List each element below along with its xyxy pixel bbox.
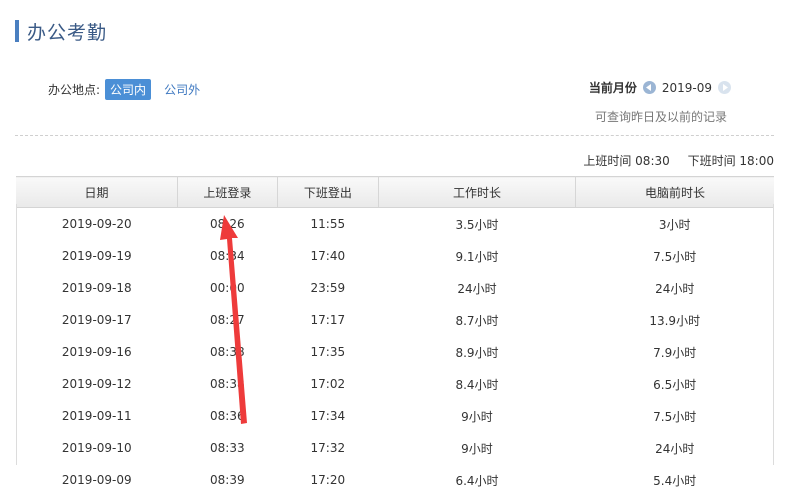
cell-work-duration: 9小时 — [461, 441, 493, 456]
cell-logout: 17:32 — [310, 441, 346, 455]
cell-pc-duration: 24小时 — [655, 441, 695, 456]
cell-date: 2019-09-11 — [61, 409, 132, 423]
cell-work-duration: 9.1小时 — [455, 249, 499, 264]
cell-logout: 23:59 — [310, 281, 346, 295]
cell-login: 08:26 — [210, 217, 245, 231]
month-value: 2019-09 — [661, 80, 712, 95]
cell-logout: 17:40 — [310, 249, 346, 263]
cell-logout: 17:20 — [310, 473, 346, 487]
work-hours-info: 上班时间 08:30 下班时间 18:00 — [583, 152, 774, 169]
query-hint: 可查询昨日及以前的记录 — [594, 110, 727, 124]
cell-logout: 17:35 — [310, 345, 346, 359]
table-row: 2019-09-17 08:27 17:17 8.7小时 13.9小时 — [16, 304, 774, 336]
cell-date: 2019-09-18 — [61, 281, 132, 295]
cell-logout: 17:17 — [310, 313, 346, 327]
cell-date: 2019-09-20 — [61, 217, 132, 231]
title-accent-bar — [15, 20, 19, 42]
cell-logout: 17:34 — [310, 409, 346, 423]
cell-login: 00:00 — [210, 281, 245, 295]
cell-pc-duration: 5.4小时 — [653, 473, 697, 488]
attendance-table-container: 日期 上班登录 下班登出 工作时长 电脑前时长 2019-09-20 08:26… — [16, 176, 774, 496]
cell-login: 08:34 — [210, 249, 245, 263]
cell-logout: 11:55 — [310, 217, 346, 231]
cell-pc-duration: 7.5小时 — [653, 249, 697, 264]
cell-pc-duration: 3小时 — [658, 217, 691, 232]
cell-work-duration: 9小时 — [461, 409, 493, 424]
cell-work-duration: 24小时 — [457, 281, 497, 296]
cell-date: 2019-09-16 — [61, 345, 132, 359]
cell-login: 08:36 — [210, 409, 245, 423]
col-header-pc-duration[interactable]: 电脑前时长 — [575, 176, 774, 208]
work-end-time: 下班时间 18:00 — [687, 154, 774, 168]
cell-work-duration: 6.4小时 — [455, 473, 499, 488]
cell-date: 2019-09-09 — [61, 473, 132, 487]
cell-login: 08:27 — [210, 313, 245, 327]
table-header-row: 日期 上班登录 下班登出 工作时长 电脑前时长 — [16, 176, 774, 208]
cell-pc-duration: 24小时 — [655, 281, 695, 296]
cell-work-duration: 3.5小时 — [455, 217, 499, 232]
location-option-inside[interactable]: 公司内 — [105, 79, 152, 100]
table-row: 2019-09-20 08:26 11:55 3.5小时 3小时 — [16, 208, 774, 241]
cell-login: 08:38 — [210, 345, 245, 359]
work-start-time: 上班时间 08:30 — [583, 154, 670, 168]
table-row: 2019-09-19 08:34 17:40 9.1小时 7.5小时 — [16, 240, 774, 272]
cell-work-duration: 8.4小时 — [455, 377, 499, 392]
table-row: 2019-09-16 08:38 17:35 8.9小时 7.9小时 — [16, 336, 774, 368]
cell-pc-duration: 13.9小时 — [649, 313, 701, 328]
cell-pc-duration: 7.5小时 — [653, 409, 697, 424]
table-right-border — [773, 204, 774, 465]
table-left-border — [16, 204, 17, 465]
cell-login: 08:33 — [210, 441, 245, 455]
col-header-work-duration[interactable]: 工作时长 — [378, 176, 576, 208]
col-header-logout[interactable]: 下班登出 — [277, 176, 380, 208]
cell-work-duration: 8.7小时 — [455, 313, 499, 328]
cell-date: 2019-09-12 — [61, 377, 132, 391]
location-filter: 办公地点: 公司内 公司外 — [48, 79, 205, 100]
divider — [15, 135, 774, 136]
location-option-outside[interactable]: 公司外 — [159, 79, 205, 100]
table-row: 2019-09-18 00:00 23:59 24小时 24小时 — [16, 272, 774, 304]
cell-pc-duration: 7.9小时 — [653, 345, 697, 360]
cell-login: 08:39 — [210, 473, 245, 487]
table-row: 2019-09-12 08:38 17:02 8.4小时 6.5小时 — [16, 368, 774, 400]
page-title: 办公考勤 — [27, 21, 108, 44]
table-row: 2019-09-10 08:33 17:32 9小时 24小时 — [16, 432, 774, 464]
cell-logout: 17:02 — [310, 377, 346, 391]
col-header-login[interactable]: 上班登录 — [177, 176, 278, 208]
page-header: 办公考勤 — [15, 18, 107, 44]
cell-date: 2019-09-17 — [61, 313, 132, 327]
cell-work-duration: 8.9小时 — [455, 345, 499, 360]
prev-month-icon[interactable] — [642, 81, 656, 94]
month-label: 当前月份 — [588, 81, 637, 95]
next-month-icon[interactable] — [718, 81, 731, 94]
cell-date: 2019-09-10 — [61, 441, 132, 455]
attendance-table: 日期 上班登录 下班登出 工作时长 电脑前时长 2019-09-20 08:26… — [16, 176, 774, 496]
cell-login: 08:38 — [210, 377, 245, 391]
table-row: 2019-09-09 08:39 17:20 6.4小时 5.4小时 — [16, 464, 774, 496]
location-label: 办公地点: — [48, 83, 101, 97]
table-row: 2019-09-11 08:36 17:34 9小时 7.5小时 — [16, 400, 774, 432]
month-selector: 当前月份 2019-09 — [589, 79, 731, 96]
cell-date: 2019-09-19 — [61, 249, 132, 263]
col-header-date[interactable]: 日期 — [16, 176, 179, 208]
cell-pc-duration: 6.5小时 — [653, 377, 697, 392]
